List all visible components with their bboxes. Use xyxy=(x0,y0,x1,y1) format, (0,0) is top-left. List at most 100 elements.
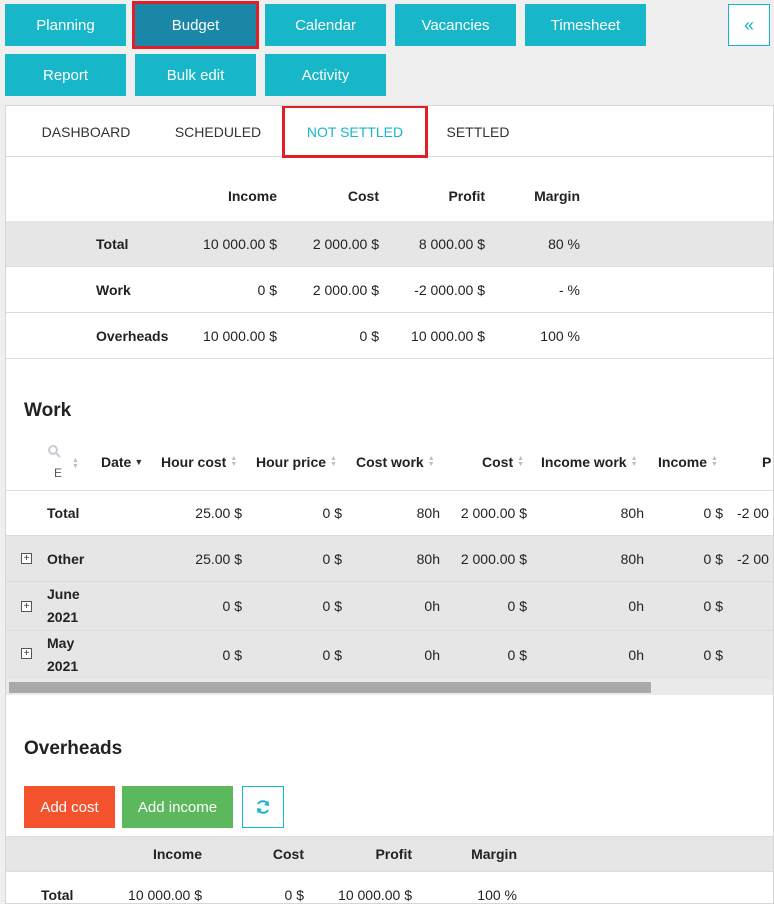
work-income-value: 0 $ xyxy=(703,550,723,567)
work-row-june: + June 2021 0 $ 0 $ 0h 0 $ 0h 0 $ xyxy=(6,582,773,631)
overheads-margin-value: 100 % xyxy=(477,887,517,903)
work-cost-work-value: 80h xyxy=(416,504,440,521)
summary-profit-value: -2 000.00 $ xyxy=(414,281,485,298)
summary-row-overheads: Overheads 10 000.00 $ 0 $ 10 000.00 $ 10… xyxy=(6,313,773,359)
work-hour-cost-value: 0 $ xyxy=(222,647,242,663)
tab-not-settled[interactable]: NOT SETTLED xyxy=(282,106,428,158)
filter-column[interactable]: E ▲ ▼ xyxy=(44,434,92,490)
work-row-other: + Other 25.00 $ 0 $ 80h 2 000.00 $ 80h 0… xyxy=(6,536,773,582)
budget-panel: DASHBOARD SCHEDULED NOT SETTLED SETTLED … xyxy=(5,105,774,904)
summary-margin-value: 80 % xyxy=(548,235,580,252)
work-row-label: Total xyxy=(47,504,80,521)
overheads-header-cost: Cost xyxy=(272,846,304,862)
sort-icon: ▲ ▼ xyxy=(230,455,238,468)
work-hour-price-value: 0 $ xyxy=(322,647,342,663)
sort-icon[interactable]: ▲ ▼ xyxy=(72,457,79,470)
work-header-income-work[interactable]: Income work ▲ ▼ xyxy=(541,434,638,490)
summary-margin-value: - % xyxy=(559,281,580,298)
summary-header-income: Income xyxy=(227,187,277,204)
overheads-profit-value: 10 000.00 $ xyxy=(338,887,412,903)
work-row-label: May 2021 xyxy=(47,631,78,679)
work-cost-work-value: 0h xyxy=(424,647,440,663)
overheads-row-total: Total 10 000.00 $ 0 $ 10 000.00 $ 100 % xyxy=(6,872,773,903)
expand-row-icon[interactable]: + xyxy=(21,553,32,564)
expand-row-icon[interactable]: + xyxy=(21,601,32,612)
work-section-title: Work xyxy=(24,400,72,421)
tab-dashboard[interactable]: DASHBOARD xyxy=(26,106,146,157)
work-row-label: June 2021 xyxy=(47,582,80,630)
work-header-hour-cost-label: Hour cost xyxy=(161,454,227,470)
work-profit-value: -2 00 xyxy=(737,504,769,521)
sort-icon: ▲ ▼ xyxy=(630,455,638,468)
expand-row-icon[interactable]: + xyxy=(21,648,32,659)
work-cost-value: 0 $ xyxy=(507,647,527,663)
work-profit-value: -2 00 xyxy=(737,550,769,567)
nav-budget-button[interactable]: Budget xyxy=(132,1,259,49)
search-icon xyxy=(48,445,61,458)
work-hour-cost-value: 0 $ xyxy=(222,598,242,614)
work-income-value: 0 $ xyxy=(703,504,723,521)
summary-row-work: Work 0 $ 2 000.00 $ -2 000.00 $ - % xyxy=(6,267,773,313)
nav-activity-button[interactable]: Activity xyxy=(265,54,386,96)
work-row-may: + May 2021 0 $ 0 $ 0h 0 $ 0h 0 $ xyxy=(6,631,773,679)
work-header-profit[interactable]: P xyxy=(762,434,771,490)
work-header-cost-label: Cost xyxy=(482,454,514,470)
work-header-cost-work-label: Cost work xyxy=(356,454,424,470)
horizontal-scrollbar[interactable] xyxy=(6,679,773,695)
summary-header-cost: Cost xyxy=(347,187,379,204)
scrollbar-thumb[interactable] xyxy=(9,682,651,693)
work-hour-cost-value: 25.00 $ xyxy=(195,550,242,567)
work-income-work-value: 0h xyxy=(628,598,644,614)
nav-vacancies-button[interactable]: Vacancies xyxy=(395,4,516,46)
overheads-header-row: Income Cost Profit Margin xyxy=(6,836,773,872)
work-header-hour-price[interactable]: Hour price ▲ ▼ xyxy=(256,434,337,490)
work-income-value: 0 $ xyxy=(703,598,723,614)
nav-timesheet-button[interactable]: Timesheet xyxy=(525,4,646,46)
add-income-button[interactable]: Add income xyxy=(122,786,233,828)
summary-cost-value: 2 000.00 $ xyxy=(312,235,379,252)
tab-settled[interactable]: SETTLED xyxy=(428,106,528,157)
summary-income-value: 10 000.00 $ xyxy=(203,235,277,252)
summary-header-profit: Profit xyxy=(448,187,485,204)
work-row-label: Other xyxy=(47,550,85,567)
work-row-label-year: 2021 xyxy=(47,609,79,625)
summary-row-label: Total xyxy=(96,235,129,252)
overheads-header-income: Income xyxy=(152,846,202,862)
summary-row-total: Total 10 000.00 $ 2 000.00 $ 8 000.00 $ … xyxy=(6,221,773,267)
add-cost-button[interactable]: Add cost xyxy=(24,786,115,828)
overheads-header-margin: Margin xyxy=(471,846,517,862)
sort-icon: ▲ ▼ xyxy=(711,455,718,468)
refresh-button[interactable] xyxy=(242,786,284,828)
work-header-date[interactable]: Date ▼ xyxy=(101,434,143,490)
collapse-panel-button[interactable]: « xyxy=(728,4,770,46)
summary-cost-value: 2 000.00 $ xyxy=(312,281,379,298)
work-header-row: E ▲ ▼ Date ▼ Hour cost ▲ ▼ Hour price ▲ ▼ C… xyxy=(6,434,773,491)
nav-planning-button[interactable]: Planning xyxy=(5,4,126,46)
work-header-date-label: Date xyxy=(101,454,132,470)
sort-icon: ▲ ▼ xyxy=(517,455,525,468)
summary-row-label: Work xyxy=(96,281,131,298)
work-header-cost-work[interactable]: Cost work ▲ ▼ xyxy=(356,434,435,490)
work-header-hour-cost[interactable]: Hour cost ▲ ▼ xyxy=(161,434,237,490)
work-cost-value: 0 $ xyxy=(507,598,527,614)
summary-income-value: 10 000.00 $ xyxy=(203,327,277,344)
sort-icon: ▲ ▼ xyxy=(330,455,337,468)
work-income-value: 0 $ xyxy=(703,647,723,663)
work-header-cost[interactable]: Cost ▲ ▼ xyxy=(482,434,524,490)
work-header-income[interactable]: Income ▲ ▼ xyxy=(658,434,718,490)
work-income-work-value: 0h xyxy=(628,647,644,663)
work-cost-work-value: 80h xyxy=(416,550,440,567)
work-cost-value: 2 000.00 $ xyxy=(460,550,527,567)
nav-calendar-button[interactable]: Calendar xyxy=(265,4,386,46)
work-row-label-month: May xyxy=(47,635,75,651)
overheads-income-value: 10 000.00 $ xyxy=(128,887,202,903)
work-header-income-label: Income xyxy=(658,454,708,470)
overheads-header-profit: Profit xyxy=(375,846,412,862)
work-income-work-value: 80h xyxy=(620,550,644,567)
filter-letter: E xyxy=(54,466,63,480)
nav-bulk-edit-button[interactable]: Bulk edit xyxy=(135,54,256,96)
work-income-work-value: 80h xyxy=(620,504,644,521)
nav-report-button[interactable]: Report xyxy=(5,54,126,96)
tab-scheduled[interactable]: SCHEDULED xyxy=(158,106,278,157)
summary-income-value: 0 $ xyxy=(257,281,277,298)
